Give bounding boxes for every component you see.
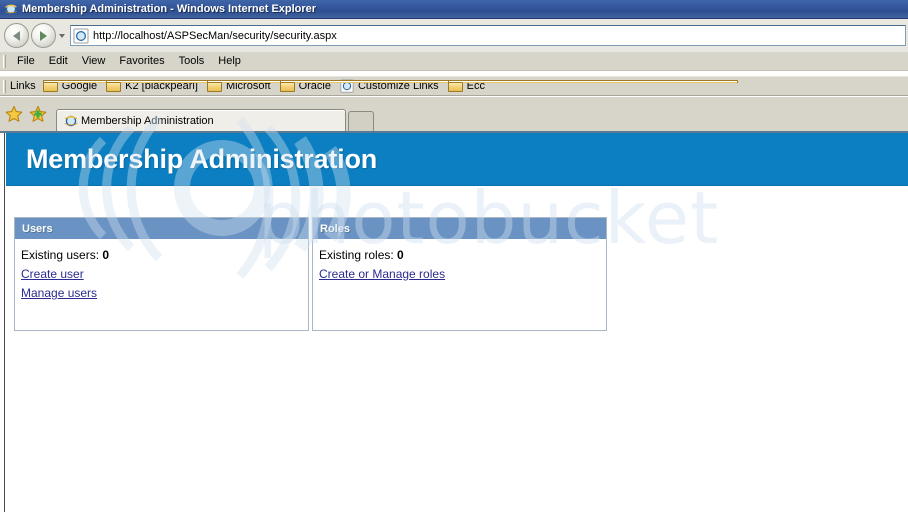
existing-roles-label: Existing roles:: [319, 248, 394, 262]
page-viewport: Membership Administration Users Existing…: [0, 131, 908, 512]
menu-item-edit[interactable]: Edit: [42, 54, 75, 68]
menu-item-view[interactable]: View: [75, 54, 113, 68]
tab-bar: Membership Administration: [0, 97, 908, 131]
internet-explorer-icon: [4, 2, 18, 16]
links-bar-label: Links: [10, 80, 36, 92]
menu-item-help[interactable]: Help: [211, 54, 248, 68]
menu-item-favorites[interactable]: Favorites: [112, 54, 171, 68]
forward-button[interactable]: [31, 23, 56, 48]
browser-window: Membership Administration - Windows Inte…: [0, 0, 908, 512]
navigation-bar: http://localhost/ASPSecMan/security/secu…: [0, 19, 908, 52]
forward-arrow-icon: [40, 30, 47, 41]
link-ecc[interactable]: Ecc: [447, 80, 738, 92]
window-title-text: Membership Administration - Windows Inte…: [22, 3, 317, 15]
folder-icon: [42, 80, 333, 92]
web-page-content: Membership Administration Users Existing…: [6, 133, 908, 512]
viewport-left-gutter: [0, 133, 5, 512]
links-toolbar: Links Google K2 [blackpearl] Microsoft O…: [0, 76, 908, 96]
page-icon: [73, 28, 89, 44]
page-banner: Membership Administration: [6, 133, 908, 186]
tab-title: Membership Administration: [81, 114, 214, 127]
menu-bar: File Edit View Favorites Tools Help: [0, 52, 908, 71]
users-panel-header: Users: [15, 218, 308, 240]
internet-explorer-icon: [63, 113, 79, 129]
add-to-favorites-icon[interactable]: [28, 104, 48, 124]
create-user-link[interactable]: Create user: [21, 265, 308, 284]
panel-header-label: Roles: [320, 222, 350, 235]
browser-tab-membership-administration[interactable]: Membership Administration: [56, 109, 346, 131]
existing-users-row: Existing users: 0: [21, 246, 308, 265]
folder-icon: [106, 80, 397, 92]
menu-grip-handle[interactable]: [3, 54, 6, 68]
users-panel-body: Existing users: 0 Create user Manage use…: [15, 240, 308, 303]
link-google[interactable]: Google: [42, 80, 333, 92]
existing-users-count: 0: [102, 248, 110, 262]
menu-item-tools[interactable]: Tools: [172, 54, 212, 68]
menu-item-file[interactable]: File: [10, 54, 42, 68]
favorites-button-group: [0, 97, 56, 131]
window-title-bar: Membership Administration - Windows Inte…: [0, 0, 908, 19]
panel-group: Users Existing users: 0 Create user Mana…: [14, 217, 607, 331]
roles-panel-header: Roles: [313, 218, 606, 240]
links-grip-handle[interactable]: [3, 79, 6, 93]
existing-roles-row: Existing roles: 0: [319, 246, 606, 265]
recent-pages-button[interactable]: [56, 23, 68, 48]
roles-panel: Roles Existing roles: 0 Create or Manage…: [312, 217, 607, 331]
folder-icon: [206, 80, 497, 92]
existing-roles-count: 0: [397, 248, 404, 262]
page-title: Membership Administration: [26, 143, 378, 174]
link-k2-blackpearl[interactable]: K2 [blackpearl]: [106, 80, 397, 92]
chevron-down-icon: [59, 33, 65, 38]
panel-header-label: Users: [22, 222, 53, 235]
address-bar[interactable]: http://localhost/ASPSecMan/security/secu…: [70, 25, 906, 46]
create-or-manage-roles-link[interactable]: Create or Manage roles: [319, 265, 606, 284]
existing-users-label: Existing users:: [21, 248, 100, 262]
folder-icon: [279, 80, 570, 92]
users-panel: Users Existing users: 0 Create user Mana…: [14, 217, 309, 331]
address-input[interactable]: http://localhost/ASPSecMan/security/secu…: [93, 30, 337, 42]
back-arrow-icon: [13, 30, 20, 41]
link-oracle[interactable]: Oracle: [279, 80, 570, 92]
roles-panel-body: Existing roles: 0 Create or Manage roles: [313, 240, 606, 284]
manage-users-link[interactable]: Manage users: [21, 284, 308, 303]
tab-bar-empty-area: [374, 97, 908, 131]
link-microsoft[interactable]: Microsoft: [206, 80, 497, 92]
back-button[interactable]: [4, 23, 29, 48]
favorites-star-icon[interactable]: [4, 104, 24, 124]
folder-icon: [447, 80, 738, 92]
new-tab-button[interactable]: [348, 111, 374, 131]
